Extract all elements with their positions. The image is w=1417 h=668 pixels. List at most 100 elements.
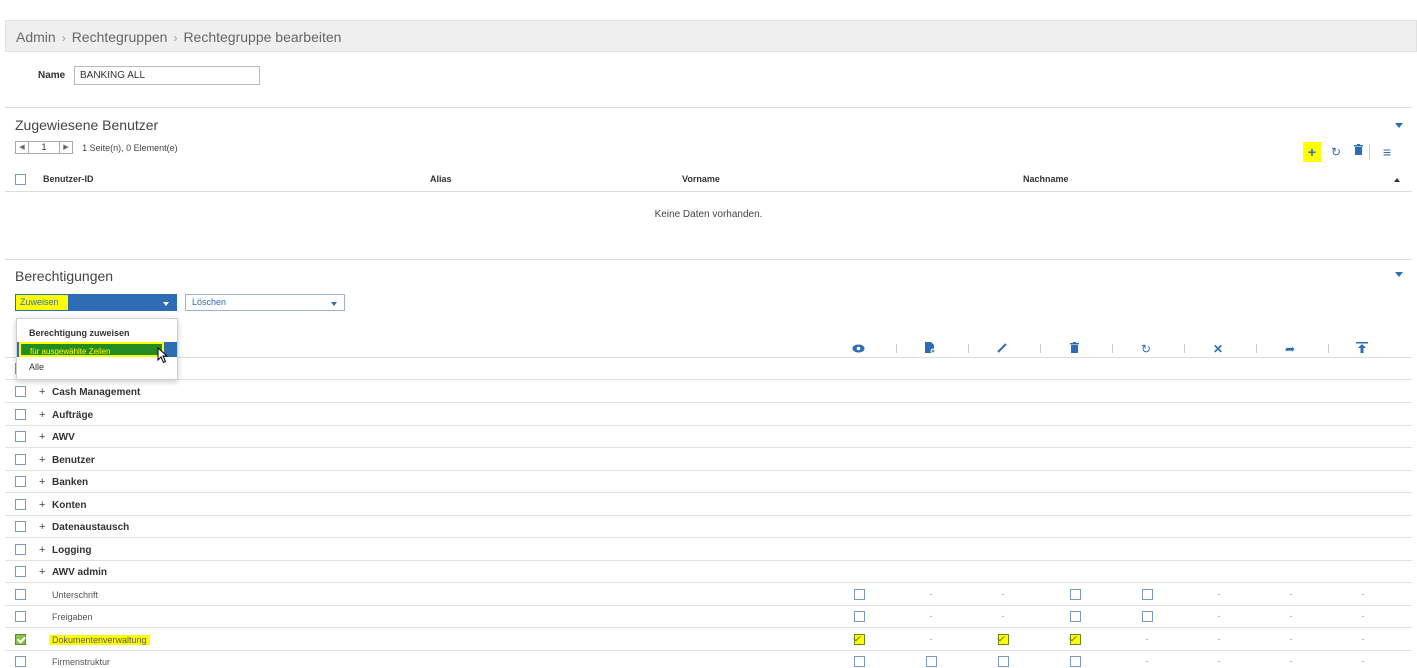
expand-icon[interactable]: + [39, 476, 45, 488]
upload-icon[interactable] [1354, 342, 1370, 356]
expand-icon[interactable]: + [39, 386, 45, 398]
dropdown-option-label: für ausgewählte Zeilen [19, 342, 164, 357]
breadcrumb: Admin › Rechtegruppen › Rechtegruppe bearbei… [16, 29, 341, 45]
row-checkbox[interactable] [15, 566, 26, 577]
delete-select[interactable]: Löschen [185, 294, 345, 311]
expand-icon[interactable]: + [39, 521, 45, 533]
permission-cell [1068, 611, 1082, 624]
column-separator [1040, 344, 1041, 353]
permission-cell: - [1356, 634, 1370, 644]
permission-group-row[interactable]: + AWV [5, 426, 1412, 448]
expand-icon[interactable]: + [39, 499, 45, 511]
row-checkbox[interactable] [15, 431, 26, 442]
row-checkbox[interactable] [15, 476, 26, 487]
permission-checkbox[interactable] [1141, 611, 1153, 622]
breadcrumb-admin[interactable]: Admin [16, 29, 56, 45]
row-checkbox[interactable] [15, 386, 26, 397]
permission-cell: - [1212, 656, 1226, 666]
permission-checkbox-checked[interactable] [997, 633, 1009, 645]
name-label: Name [38, 70, 66, 81]
permission-na: - [1289, 656, 1293, 666]
row-checkbox[interactable] [15, 656, 26, 667]
chevron-down-icon [331, 302, 337, 306]
permission-group-row[interactable]: + Benutzer [5, 449, 1412, 471]
permission-group-row[interactable]: + Logging [5, 539, 1412, 561]
expand-icon[interactable]: + [39, 454, 45, 466]
permission-group-row[interactable]: + Cash Management [5, 381, 1412, 403]
permission-checkbox[interactable] [853, 656, 865, 667]
permission-group-row[interactable]: + Banken [5, 471, 1412, 493]
column-user-id[interactable]: Benutzer-ID [43, 174, 94, 184]
row-checkbox[interactable] [15, 521, 26, 532]
collapse-users-icon[interactable] [1395, 123, 1403, 128]
column-alias[interactable]: Alias [430, 174, 452, 184]
breadcrumb-bar: Admin › Rechtegruppen › Rechtegruppe bearbei… [5, 20, 1417, 52]
column-last-name[interactable]: Nachname [1023, 174, 1069, 184]
delete-icon[interactable] [1349, 142, 1367, 162]
pager-prev-button[interactable]: ◀ [15, 141, 29, 154]
sort-asc-icon[interactable] [1394, 178, 1400, 182]
row-checkbox[interactable] [15, 611, 26, 622]
select-all-users-checkbox[interactable] [15, 174, 26, 185]
permission-item-row[interactable]: Firmenstruktur - - - - [5, 651, 1412, 668]
permission-checkbox[interactable] [997, 656, 1009, 667]
permission-checkbox[interactable] [1069, 611, 1081, 622]
permission-checkbox[interactable] [853, 588, 865, 600]
edit-icon[interactable] [994, 342, 1010, 356]
add-user-icon[interactable]: + [1303, 142, 1321, 162]
name-input[interactable] [74, 66, 260, 85]
expand-icon[interactable]: + [39, 544, 45, 556]
row-checkbox[interactable] [15, 498, 26, 510]
permission-item-row[interactable]: Dokumentenverwaltung - - - - - [5, 629, 1412, 651]
dropdown-option-selected-rows[interactable]: für ausgewählte Zeilen [17, 342, 177, 357]
permission-na: - [1001, 611, 1005, 621]
permission-group-row[interactable]: + Datenaustausch [5, 516, 1412, 538]
permission-item-label: Firmenstruktur [52, 657, 111, 667]
row-checkbox[interactable] [15, 543, 26, 555]
row-checkbox[interactable] [15, 453, 26, 465]
permission-checkbox[interactable] [925, 656, 937, 667]
cancel-icon[interactable]: ✕ [1210, 342, 1226, 356]
permission-na: - [929, 611, 933, 621]
chevron-down-icon [163, 302, 169, 306]
row-checkbox[interactable] [15, 633, 26, 645]
permission-checkbox-checked[interactable] [853, 633, 865, 645]
permission-checkbox[interactable] [1141, 588, 1153, 600]
expand-icon[interactable]: + [39, 409, 45, 421]
permission-group-row[interactable]: + Konten [5, 494, 1412, 516]
dropdown-option-all[interactable]: Alle [17, 359, 177, 374]
permission-cell [1140, 588, 1154, 602]
permission-item-row[interactable]: Freigaben - - - - - [5, 606, 1412, 628]
column-first-name[interactable]: Vorname [682, 174, 720, 184]
forward-icon[interactable]: ➦ [1282, 342, 1298, 356]
pager-page-input[interactable]: 1 [29, 141, 59, 154]
permission-group-label: Datenaustausch [52, 522, 130, 533]
refresh-icon[interactable]: ↻ [1138, 342, 1154, 356]
permission-cell [852, 611, 866, 624]
permission-group-label: Banken [52, 477, 89, 488]
new-document-icon[interactable] [922, 342, 938, 357]
refresh-icon[interactable]: ↻ [1327, 142, 1345, 162]
permission-checkbox[interactable] [1069, 656, 1081, 667]
permission-item-row[interactable]: Unterschrift - - - - - [5, 584, 1412, 606]
permission-checkbox[interactable] [853, 611, 865, 622]
permission-na: - [1289, 633, 1293, 644]
row-checkbox[interactable] [15, 588, 26, 600]
view-icon[interactable] [850, 342, 866, 356]
permission-group-row[interactable]: + Aufträge [5, 404, 1412, 426]
row-checkbox[interactable] [15, 408, 26, 420]
assign-select[interactable]: Zuweisen [15, 294, 177, 311]
permission-cell [924, 656, 938, 668]
permission-cell: - [1284, 656, 1298, 666]
permission-na: - [1145, 656, 1149, 666]
pager-next-button[interactable]: ▶ [59, 141, 73, 154]
breadcrumb-rechtegruppen[interactable]: Rechtegruppen [72, 29, 168, 45]
expand-icon[interactable]: + [39, 566, 45, 578]
permission-group-row[interactable]: + AWV admin [5, 561, 1412, 583]
menu-icon[interactable]: ≡ [1378, 142, 1396, 162]
delete-icon[interactable] [1066, 342, 1082, 356]
expand-icon[interactable]: + [39, 431, 45, 443]
permission-checkbox-checked[interactable] [1069, 633, 1081, 645]
collapse-permissions-icon[interactable] [1395, 272, 1403, 277]
permission-checkbox[interactable] [1069, 588, 1081, 600]
